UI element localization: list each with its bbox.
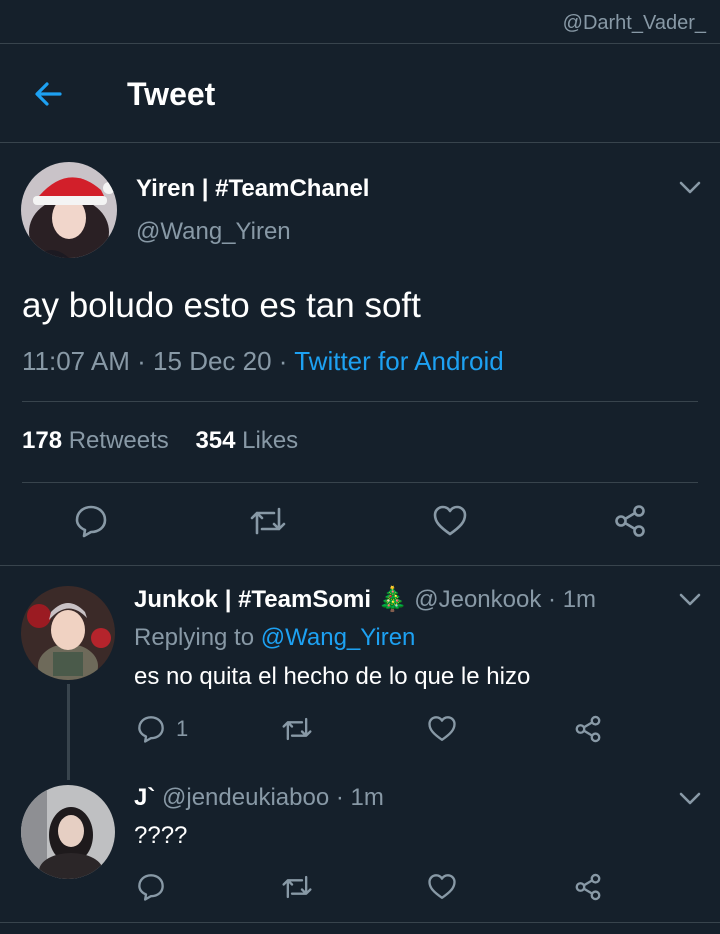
replying-to-label: Replying to xyxy=(134,624,255,651)
like-icon xyxy=(428,716,456,741)
divider xyxy=(22,482,698,483)
reply-menu-button[interactable] xyxy=(676,785,704,813)
retweet-icon xyxy=(282,717,312,741)
reply-author-name[interactable]: J` xyxy=(134,784,155,811)
reply-button[interactable] xyxy=(136,872,166,902)
retweets-label: Retweets xyxy=(68,427,169,454)
reply-author-name[interactable]: Junkok | #TeamSomi xyxy=(134,586,371,613)
reply-author-handle[interactable]: @Jeonkook xyxy=(414,586,541,613)
reply-age: 1m xyxy=(350,784,384,811)
retweet-icon xyxy=(250,507,286,535)
reply-button[interactable]: 1 xyxy=(136,714,188,744)
reply-text: ???? xyxy=(134,822,188,849)
page-title: Tweet xyxy=(127,76,216,112)
meta-separator: · xyxy=(329,784,351,811)
reply-icon xyxy=(75,505,107,538)
like-button[interactable] xyxy=(432,503,468,539)
divider xyxy=(22,401,698,402)
tweet-date: 15 Dec 20 xyxy=(153,346,272,376)
replying-to: Replying to @Wang_Yiren xyxy=(134,624,415,652)
reply-count: 1 xyxy=(176,716,189,741)
thread-connector xyxy=(67,684,70,780)
divider xyxy=(0,565,720,566)
top-bar: Tweet xyxy=(0,44,720,142)
meta-separator: · xyxy=(541,586,563,613)
avatar[interactable] xyxy=(21,162,117,258)
retweet-button[interactable] xyxy=(249,503,287,539)
like-button[interactable] xyxy=(427,872,457,902)
reply-age: 1m xyxy=(562,586,597,613)
reply-text: es no quita el hecho de lo que le hizo xyxy=(134,663,531,690)
share-button[interactable] xyxy=(573,872,603,902)
likes-stat[interactable]: 354 Likes xyxy=(195,427,298,454)
like-button[interactable] xyxy=(427,714,457,744)
tweet-meta: 11:07 AM · 15 Dec 20 · Twitter for Andro… xyxy=(22,346,504,377)
replying-to-handle[interactable]: @Wang_Yiren xyxy=(261,624,416,651)
watermark: @Darht_Vader_ xyxy=(562,12,706,34)
like-icon xyxy=(428,874,456,899)
chevron-down-icon xyxy=(679,792,701,805)
reply-author-handle[interactable]: @jendeukiaboo xyxy=(162,784,329,811)
likes-count: 354 xyxy=(195,427,236,454)
tree-emoji: 🎄 xyxy=(377,586,408,613)
avatar[interactable] xyxy=(21,785,115,879)
meta-separator: · xyxy=(129,346,154,376)
retweet-button[interactable] xyxy=(281,872,313,902)
chevron-down-icon xyxy=(679,593,701,606)
reply-icon xyxy=(138,716,164,743)
share-button[interactable] xyxy=(612,503,648,539)
reply-header: Junkok | #TeamSomi 🎄 @Jeonkook · 1m xyxy=(134,585,596,614)
retweet-button[interactable] xyxy=(281,714,313,744)
share-icon xyxy=(615,505,645,537)
likes-label: Likes xyxy=(242,427,299,454)
retweet-icon xyxy=(282,875,312,899)
share-icon xyxy=(575,715,601,743)
tweet-text: ay boludo esto es tan soft xyxy=(22,286,421,325)
share-button[interactable] xyxy=(573,714,603,744)
divider xyxy=(0,142,720,143)
meta-separator: · xyxy=(271,346,295,376)
like-icon xyxy=(433,505,467,536)
tweet-stats: 178 Retweets 354 Likes xyxy=(22,427,298,455)
back-arrow-icon xyxy=(35,82,62,106)
avatar[interactable] xyxy=(21,586,115,680)
author-name[interactable]: Yiren | #TeamChanel xyxy=(136,175,369,203)
reply-menu-button[interactable] xyxy=(676,586,704,614)
share-icon xyxy=(575,873,601,901)
retweets-stat[interactable]: 178 Retweets xyxy=(22,427,169,454)
tweet-menu-button[interactable] xyxy=(676,174,704,202)
reply-icon xyxy=(138,874,164,901)
back-button[interactable] xyxy=(28,74,68,114)
reply-button[interactable] xyxy=(73,503,109,539)
retweets-count: 178 xyxy=(22,427,63,454)
tweet-source-link[interactable]: Twitter for Android xyxy=(294,346,504,376)
author-handle[interactable]: @Wang_Yiren xyxy=(136,218,291,246)
chevron-down-icon xyxy=(679,181,701,194)
reply-header: J` @jendeukiaboo · 1m xyxy=(134,784,384,812)
tweet-time: 11:07 AM xyxy=(22,346,130,376)
divider xyxy=(0,922,720,923)
